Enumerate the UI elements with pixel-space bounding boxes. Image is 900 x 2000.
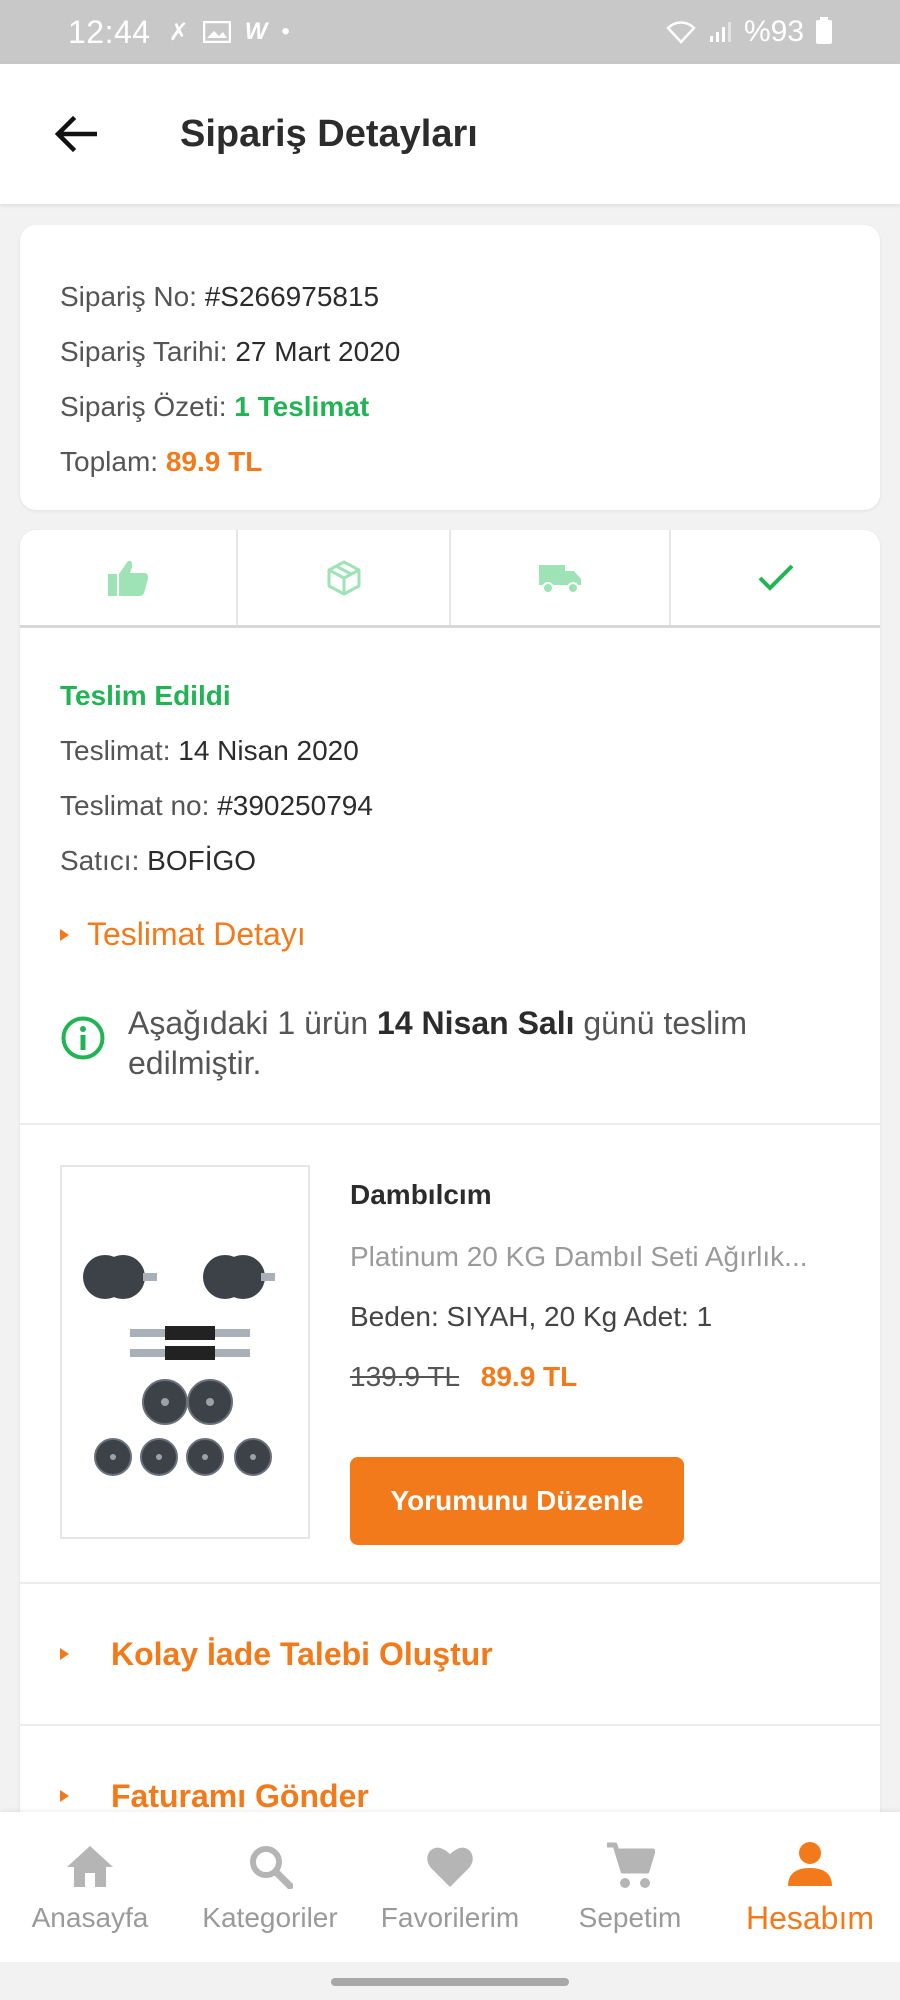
order-total-row: Toplam: 89.9 TL bbox=[60, 434, 840, 489]
order-summary-card: Sipariş No: #S266975815 Sipariş Tarihi: … bbox=[20, 225, 880, 510]
seller-row: Satıcı: BOFİGO bbox=[60, 833, 840, 888]
product-info: Dambılcım Platinum 20 KG Dambıl Seti Ağı… bbox=[350, 1165, 840, 1545]
return-request-row[interactable]: Kolay İade Talebi Oluştur bbox=[20, 1584, 880, 1724]
bottom-navigation: Anasayfa Kategoriler Favorilerim Sepetim… bbox=[0, 1812, 900, 1962]
delivery-progress-steps bbox=[20, 530, 880, 628]
nav-account[interactable]: Hesabım bbox=[720, 1812, 900, 1962]
cart-icon bbox=[605, 1840, 655, 1892]
order-no-value: #S266975815 bbox=[204, 281, 380, 312]
delivery-detail-toggle[interactable]: Teslimat Detayı bbox=[60, 916, 840, 953]
order-no-label: Sipariş No: bbox=[60, 281, 197, 312]
product-item: Dambılcım Platinum 20 KG Dambıl Seti Ağı… bbox=[20, 1125, 880, 1582]
old-price: 139.9 TL bbox=[350, 1361, 459, 1392]
wifi-icon bbox=[666, 21, 696, 44]
missed-call-icon: ✗ bbox=[168, 18, 189, 46]
check-icon bbox=[758, 564, 793, 591]
step-approved bbox=[20, 530, 238, 625]
delivery-notice: Aşağıdaki 1 ürün 14 Nisan Salı günü tesl… bbox=[60, 1003, 840, 1123]
delivery-date-row: Teslimat: 14 Nisan 2020 bbox=[60, 723, 840, 778]
return-request-label: Kolay İade Talebi Oluştur bbox=[111, 1635, 493, 1672]
status-right: %93 bbox=[666, 15, 832, 49]
product-image[interactable] bbox=[60, 1165, 310, 1539]
new-price: 89.9 TL bbox=[480, 1361, 578, 1392]
back-button[interactable] bbox=[30, 89, 120, 179]
order-no-row: Sipariş No: #S266975815 bbox=[60, 269, 840, 324]
nav-favorites-label: Favorilerim bbox=[380, 1902, 520, 1933]
signal-icon bbox=[709, 22, 731, 42]
product-name[interactable]: Platinum 20 KG Dambıl Seti Ağırlık... bbox=[350, 1241, 836, 1273]
order-total-value: 89.9 TL bbox=[165, 446, 263, 477]
package-icon bbox=[327, 560, 360, 595]
edit-review-button[interactable]: Yorumunu Düzenle bbox=[350, 1457, 684, 1545]
order-summary-row: Sipariş Özeti: 1 Teslimat bbox=[60, 379, 840, 434]
dot-icon: • bbox=[281, 18, 290, 45]
truck-icon bbox=[539, 564, 581, 594]
notification-icons: ✗ W • bbox=[169, 18, 290, 47]
user-icon bbox=[786, 1838, 834, 1890]
battery-icon bbox=[816, 17, 832, 44]
delivery-no-row: Teslimat no: #390250794 bbox=[60, 778, 840, 833]
order-summary-label: Sipariş Özeti: bbox=[60, 391, 227, 422]
nav-favorites[interactable]: Favorilerim bbox=[360, 1812, 540, 1962]
page-title: Sipariş Detayları bbox=[180, 112, 478, 155]
product-variant: Beden: SIYAH, 20 Kg Adet: 1 bbox=[350, 1301, 713, 1332]
arrow-left-icon bbox=[54, 115, 97, 153]
nav-account-label: Hesabım bbox=[745, 1899, 875, 1936]
system-gesture-bar bbox=[0, 1962, 900, 2000]
delivery-no-value: #390250794 bbox=[217, 790, 373, 821]
nav-categories[interactable]: Kategoriler bbox=[180, 1812, 360, 1962]
notice-text: Aşağıdaki 1 ürün 14 Nisan Salı günü tesl… bbox=[128, 1003, 840, 1083]
step-packed bbox=[238, 530, 451, 625]
app-notification-icon: W bbox=[244, 18, 268, 45]
heart-icon bbox=[425, 1840, 475, 1892]
nav-cart-label: Sepetim bbox=[578, 1902, 682, 1933]
caret-right-icon bbox=[60, 1790, 69, 1802]
order-date-label: Sipariş Tarihi: bbox=[60, 336, 228, 367]
home-icon bbox=[65, 1840, 115, 1892]
seller-value: BOFİGO bbox=[147, 845, 257, 876]
product-brand: Dambılcım bbox=[350, 1179, 492, 1210]
status-time: 12:44 bbox=[68, 13, 151, 50]
thumbs-up-icon bbox=[108, 560, 149, 596]
order-date-row: Sipariş Tarihi: 27 Mart 2020 bbox=[60, 324, 840, 379]
notice-text-part1: Aşağıdaki 1 ürün bbox=[128, 1005, 378, 1041]
delivery-date-label: Teslimat: bbox=[60, 735, 171, 766]
app-header: Sipariş Detayları bbox=[0, 64, 900, 204]
delivery-info: Teslim Edildi Teslimat: 14 Nisan 2020 Te… bbox=[20, 628, 880, 1123]
nav-home-label: Anasayfa bbox=[31, 1902, 149, 1933]
nav-cart[interactable]: Sepetim bbox=[540, 1812, 720, 1962]
caret-right-icon bbox=[60, 1648, 69, 1660]
step-shipped bbox=[451, 530, 671, 625]
order-total-label: Toplam: bbox=[60, 446, 159, 477]
battery-percent: %93 bbox=[743, 15, 804, 48]
search-icon bbox=[247, 1840, 293, 1892]
delivery-card: Teslim Edildi Teslimat: 14 Nisan 2020 Te… bbox=[20, 530, 880, 1830]
step-delivered bbox=[671, 530, 880, 625]
nav-home[interactable]: Anasayfa bbox=[0, 1812, 180, 1962]
order-date-value: 27 Mart 2020 bbox=[235, 336, 401, 367]
delivery-status: Teslim Edildi bbox=[60, 680, 231, 711]
delivery-date-value: 14 Nisan 2020 bbox=[178, 735, 359, 766]
nav-categories-label: Kategoriler bbox=[202, 1902, 338, 1933]
info-icon bbox=[61, 1016, 105, 1060]
delivery-detail-label: Teslimat Detayı bbox=[87, 916, 306, 952]
gallery-icon bbox=[202, 21, 231, 43]
seller-label: Satıcı: bbox=[60, 845, 140, 876]
product-prices: 139.9 TL 89.9 TL bbox=[350, 1361, 840, 1393]
delivery-no-label: Teslimat no: bbox=[60, 790, 210, 821]
order-summary-value: 1 Teslimat bbox=[234, 391, 370, 422]
home-gesture-handle[interactable] bbox=[331, 1978, 569, 1986]
caret-right-icon bbox=[60, 928, 69, 941]
dumbbell-set-image bbox=[83, 1255, 275, 1476]
status-bar: 12:44 ✗ W • %93 bbox=[0, 0, 900, 64]
notice-text-date: 14 Nisan Salı bbox=[377, 1005, 575, 1041]
send-invoice-label: Faturamı Gönder bbox=[111, 1777, 369, 1814]
